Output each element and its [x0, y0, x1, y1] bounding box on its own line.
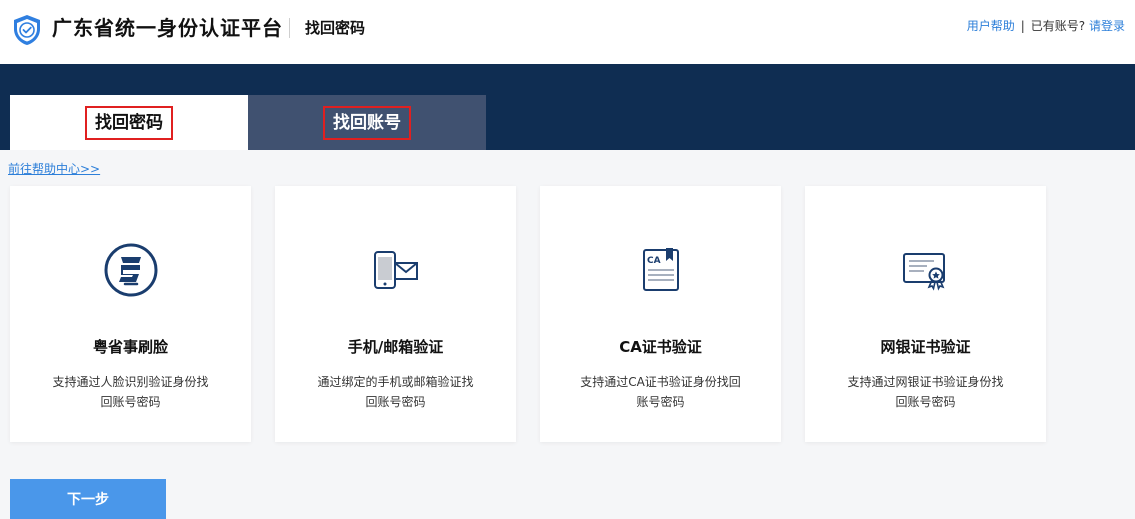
method-title: 手机/邮箱验证	[347, 338, 444, 356]
method-card-bank[interactable]: 网银证书验证 支持通过网银证书验证身份找回账号密码	[805, 186, 1046, 442]
method-description: 支持通过CA证书验证身份找回账号密码	[580, 375, 741, 409]
method-description: 支持通过网银证书验证身份找回账号密码	[847, 375, 1004, 409]
app-title: 广东省统一身份认证平台	[52, 16, 283, 40]
shield-check-logo-icon	[14, 15, 40, 45]
svg-text:CA: CA	[647, 256, 661, 266]
tab-recover-account[interactable]: 找回账号	[248, 95, 486, 150]
method-card-face[interactable]: 粤省事刷脸 支持通过人脸识别验证身份找回账号密码	[10, 186, 251, 442]
method-description: 通过绑定的手机或邮箱验证找回账号密码	[317, 375, 474, 409]
method-description: 支持通过人脸识别验证身份找回账号密码	[52, 375, 209, 409]
page-subtitle: 找回密码	[305, 19, 366, 37]
tab-recover-password[interactable]: 找回密码	[10, 95, 248, 150]
tab-recover-password-label: 找回密码	[85, 105, 173, 140]
phone-mail-icon	[373, 251, 418, 289]
ca-certificate-icon: CA	[642, 248, 679, 291]
title-divider	[289, 18, 290, 38]
top-links: 用户帮助 | 已有账号? 请登录	[967, 15, 1125, 37]
next-step-button[interactable]: 下一步	[10, 479, 166, 519]
login-link[interactable]: 请登录	[1089, 19, 1125, 33]
user-help-link[interactable]: 用户帮助	[967, 19, 1015, 33]
method-card-ca[interactable]: CA CA证书验证 支持通过CA证书验证身份找回账号密码	[540, 186, 781, 442]
method-title: 粤省事刷脸	[92, 338, 168, 356]
have-account-text: 已有账号?	[1030, 19, 1086, 33]
method-card-phone-mail[interactable]: 手机/邮箱验证 通过绑定的手机或邮箱验证找回账号密码	[275, 186, 516, 442]
method-title: 网银证书验证	[880, 338, 971, 356]
method-title: CA证书验证	[619, 338, 702, 356]
bank-certificate-icon	[902, 253, 945, 291]
links-separator: |	[1020, 19, 1025, 33]
tab-recover-account-label: 找回账号	[323, 105, 411, 140]
top-bar: 广东省统一身份认证平台 找回密码 用户帮助 | 已有账号? 请登录	[0, 0, 1135, 64]
yue-face-icon	[104, 243, 157, 297]
help-center-link[interactable]: 前往帮助中心>>	[8, 160, 100, 178]
